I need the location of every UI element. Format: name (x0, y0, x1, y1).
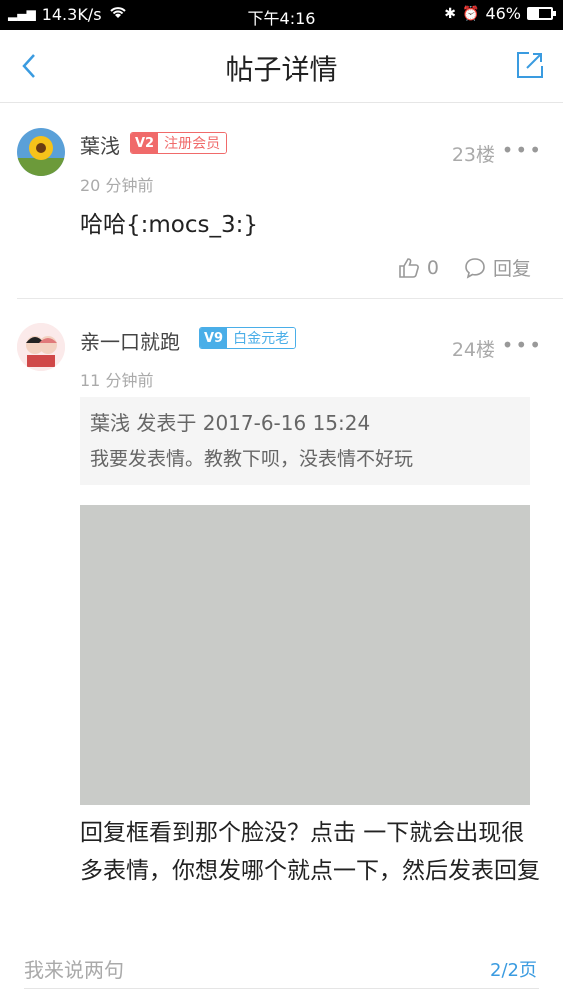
like-count: 0 (426, 256, 439, 279)
alarm-icon: ⏰ (462, 5, 480, 22)
bluetooth-icon: ✱ (444, 5, 456, 22)
avatar[interactable] (17, 323, 65, 371)
post-time: 20 分钟前 (80, 176, 154, 195)
more-options-icon[interactable]: ••• (502, 138, 543, 162)
divider (17, 298, 563, 299)
share-button[interactable] (515, 50, 545, 80)
level-badge: V9 白金元老 (199, 327, 297, 349)
quote-body: 我要发表情。教教下呗，没表情不好玩 (90, 448, 414, 470)
post-time: 11 分钟前 (80, 371, 154, 390)
post-image[interactable] (80, 505, 530, 805)
level-title: 白金元老 (227, 328, 296, 348)
bottom-bar: 我来说两句 2/2页 (0, 938, 563, 1000)
battery-percent: 46% (485, 4, 521, 23)
post-content: 哈哈{:mocs_3:} (80, 212, 259, 238)
avatar[interactable] (17, 128, 65, 176)
share-icon (517, 52, 543, 78)
quote-header: 葉浅 发表于 2017-6-16 15:24 (90, 411, 371, 435)
thumbs-up-icon (399, 257, 419, 278)
comment-icon (465, 257, 485, 279)
floor-number: 23楼 (451, 144, 495, 166)
post-content: 回复框看到那个脸没？点击 一下就会出现很多表情，你想发哪个就点一下，然后发表回复 (80, 820, 540, 884)
reply-label: 回复 (492, 258, 531, 280)
input-underline (24, 988, 539, 989)
nav-bar: 帖子详情 (0, 30, 563, 103)
page-indicator[interactable]: 2/2页 (490, 956, 537, 982)
comment-input[interactable]: 我来说两句 (24, 954, 124, 983)
status-right: ✱ ⏰ 46% (444, 4, 556, 23)
level-badge: V2 注册会员 (130, 132, 228, 154)
reply-button[interactable]: 回复 (463, 254, 531, 281)
post-actions: 0 回复 (397, 254, 531, 281)
level-title: 注册会员 (158, 133, 227, 153)
level-label: V2 (131, 133, 159, 153)
status-bar: ▂▄▆ 14.3K/s 下午4:16 ✱ ⏰ 46% (0, 0, 563, 30)
quoted-post: 葉浅 发表于 2017-6-16 15:24 我要发表情。教教下呗，没表情不好玩 (80, 397, 530, 485)
more-options-icon[interactable]: ••• (502, 333, 543, 357)
like-button[interactable]: 0 (397, 256, 439, 280)
username[interactable]: 葉浅 (80, 130, 120, 159)
floor-number: 24楼 (451, 339, 495, 361)
username[interactable]: 亲一口就跑 (80, 326, 180, 355)
level-label: V9 (200, 328, 228, 348)
page-title: 帖子详情 (225, 53, 338, 86)
battery-icon (527, 7, 556, 20)
